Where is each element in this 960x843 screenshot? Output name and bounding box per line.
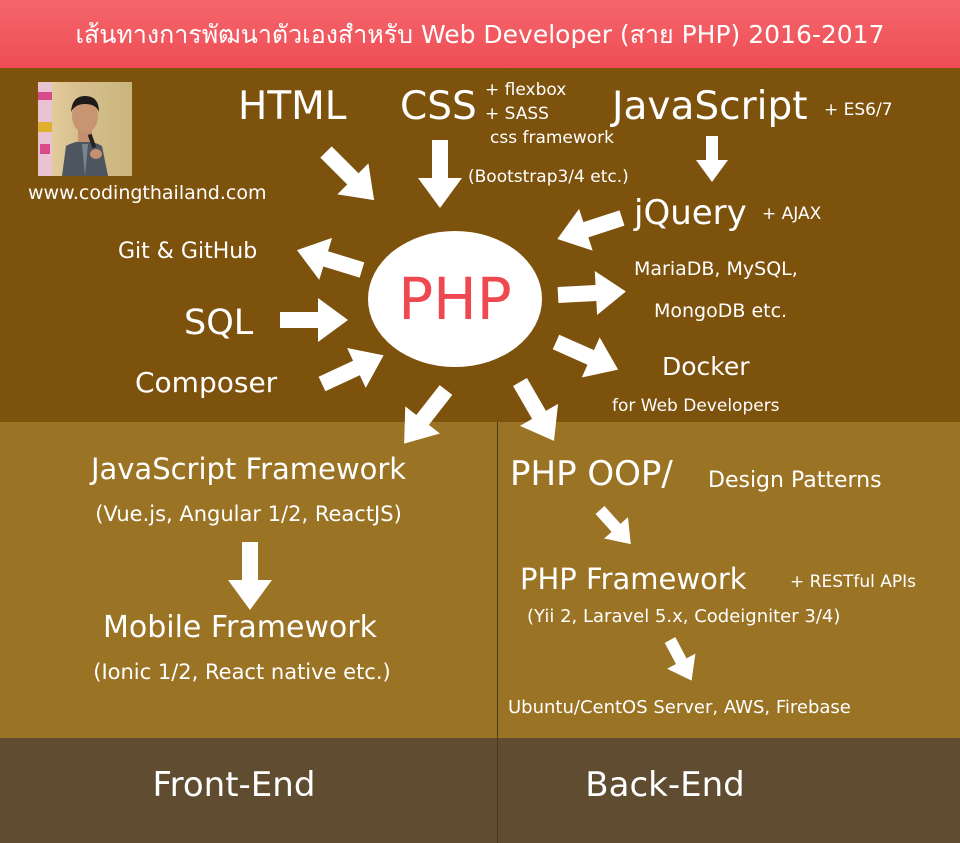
arrow-oop-framework — [588, 499, 643, 555]
css-label: CSS — [400, 84, 477, 129]
php-framework-label: PHP Framework — [520, 562, 747, 596]
arrow-php-database — [556, 269, 628, 317]
sql-label: SQL — [184, 303, 254, 343]
arrow-css-php — [418, 140, 462, 208]
html-label: HTML — [238, 84, 347, 129]
arrow-php-backend — [500, 371, 574, 452]
css-framework-label: css framework — [490, 128, 615, 148]
arrow-framework-servers — [655, 632, 706, 689]
css-flexbox-label: + flexbox — [485, 80, 567, 100]
arrow-sql-php — [280, 298, 348, 342]
frontend-label: Front-End — [152, 765, 316, 805]
composer-label: Composer — [135, 366, 278, 399]
css-sass-label: + SASS — [485, 104, 549, 124]
css-bootstrap-label: (Bootstrap3/4 etc.) — [468, 167, 629, 187]
jquery-label: jQuery — [634, 193, 747, 233]
js-framework-list: (Vue.js, Angular 1/2, ReactJS) — [95, 502, 402, 526]
ajax-label: + AJAX — [762, 204, 822, 224]
servers-label: Ubuntu/CentOS Server, AWS, Firebase — [508, 697, 851, 718]
backend-label: Back-End — [585, 765, 745, 805]
php-framework-list: (Yii 2, Laravel 5.x, Codeigniter 3/4) — [527, 606, 841, 627]
arrow-php-frontend — [386, 376, 464, 458]
database-label-1: MariaDB, MySQL, — [634, 258, 798, 280]
arrow-php-git — [290, 229, 369, 292]
design-patterns-label: Design Patterns — [708, 468, 882, 493]
javascript-label: JavaScript — [612, 84, 808, 129]
js-framework-label: JavaScript Framework — [90, 452, 407, 486]
es-label: + ES6/7 — [824, 100, 893, 120]
php-center-label: PHP — [398, 265, 512, 333]
mobile-framework-list: (Ionic 1/2, React native etc.) — [93, 660, 391, 684]
mobile-framework-label: Mobile Framework — [102, 610, 377, 645]
arrow-js-jquery — [696, 136, 728, 182]
database-label-2: MongoDB etc. — [654, 300, 788, 322]
arrow-php-docker — [547, 321, 628, 390]
arrow-html-php — [310, 136, 390, 216]
php-oop-label: PHP OOP/ — [510, 454, 673, 494]
arrow-jquery-php — [550, 197, 629, 260]
git-label: Git & GitHub — [118, 239, 258, 264]
restful-label: + RESTful APIs — [790, 572, 917, 592]
docker-sub-label: for Web Developers — [612, 396, 780, 416]
arrow-js-mobile — [228, 542, 272, 610]
docker-label: Docker — [662, 352, 750, 381]
